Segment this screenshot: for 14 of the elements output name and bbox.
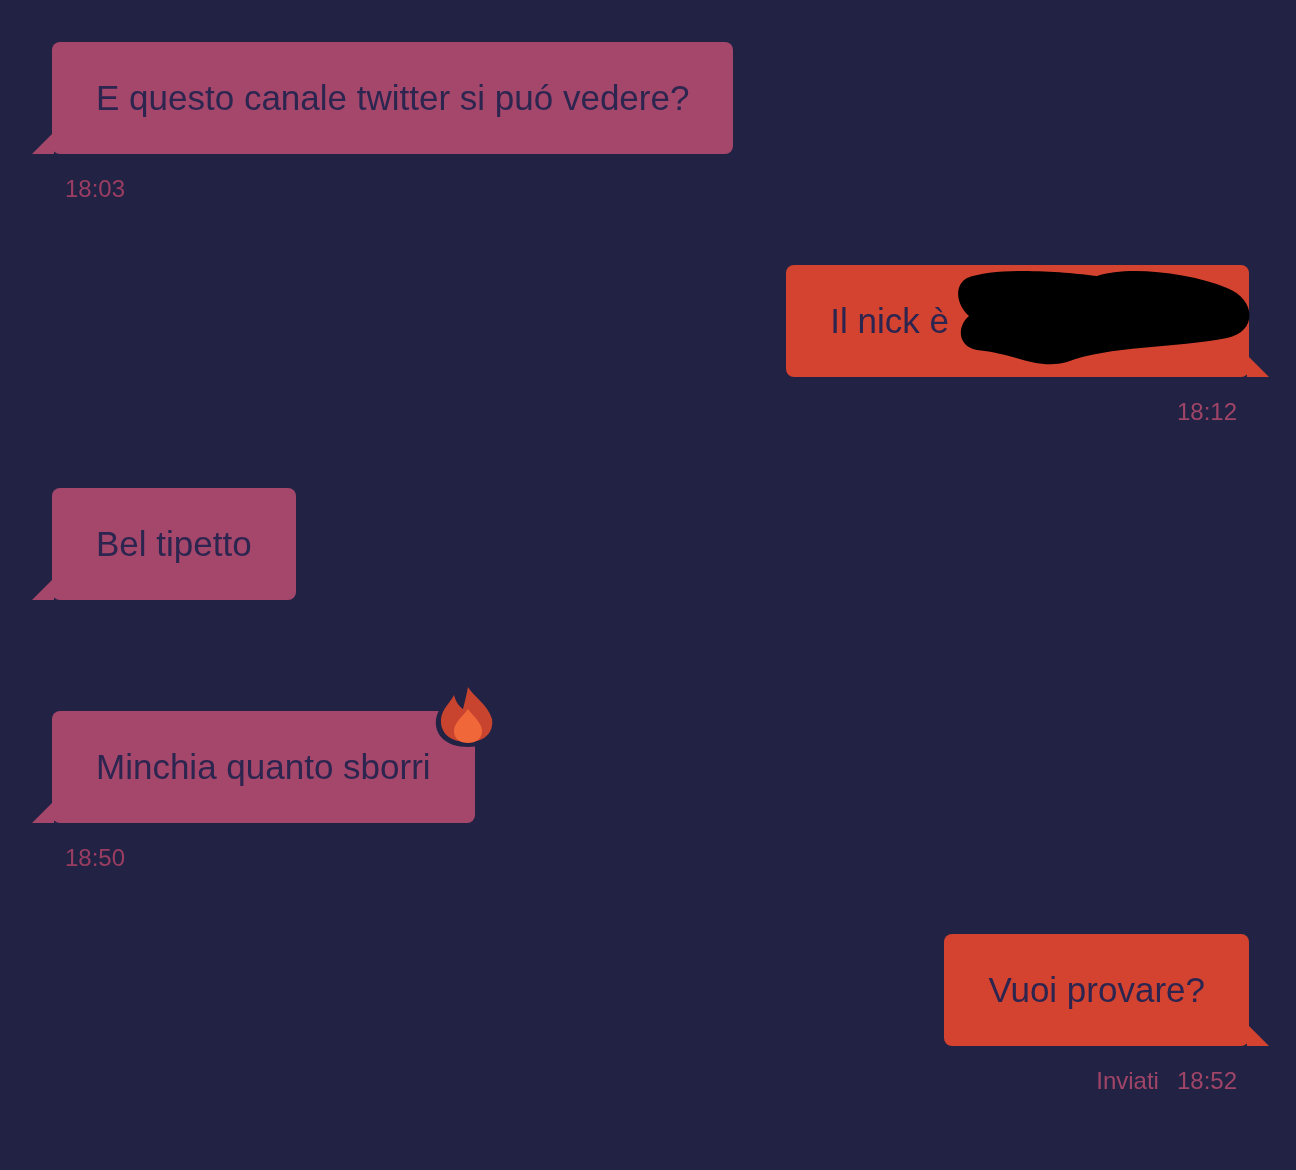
- bubble-tail: [1247, 355, 1269, 377]
- message-bubble: Minchia quanto sborri: [52, 711, 475, 823]
- delivery-status: Inviati: [1096, 1067, 1159, 1094]
- timestamp: 18:03: [65, 175, 126, 202]
- timestamp: 18:12: [1176, 398, 1237, 425]
- bubble-tail: [32, 578, 54, 600]
- bubble-tail: [32, 132, 54, 154]
- message-bubble: Bel tipetto: [52, 488, 296, 600]
- timestamp: 18:50: [65, 844, 126, 871]
- bubble-tail: [1247, 1024, 1269, 1046]
- timestamp: 18:52: [1176, 1067, 1237, 1094]
- message-bubble: Vuoi provare?: [944, 934, 1249, 1046]
- bubble-tail: [32, 801, 54, 823]
- message-bubble: E questo canale twitter si puó vedere?: [52, 42, 734, 154]
